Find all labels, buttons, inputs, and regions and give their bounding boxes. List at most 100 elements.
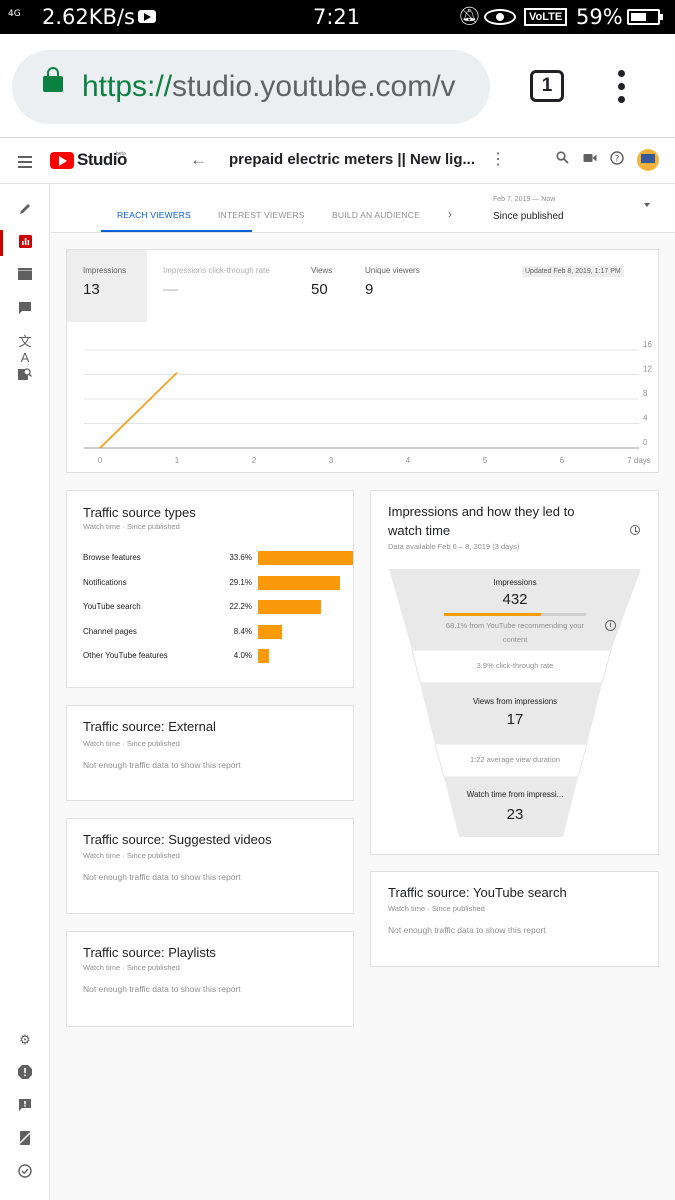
metric-value: — [163, 281, 178, 298]
more-options-icon[interactable]: ⋮ [490, 149, 506, 169]
y-tick-label: 8 [643, 389, 648, 398]
feedback-icon[interactable] [17, 1098, 33, 1114]
impressions-series-line [99, 372, 178, 449]
alert-icon[interactable] [17, 1065, 33, 1081]
traffic-type-bar [258, 551, 353, 565]
traffic-type-label: Browse features [83, 553, 141, 562]
traffic-type-label: Channel pages [83, 626, 137, 636]
studio-header: Studio beta ← prepaid electric meters ||… [0, 139, 675, 184]
address-bar[interactable]: https://studio.youtube.com/v [12, 50, 490, 124]
battery-icon [627, 9, 663, 25]
watch-time-value: 23 [506, 806, 524, 823]
account-avatar[interactable] [637, 149, 659, 171]
avd-text: 1:22 average view duration [469, 755, 561, 764]
lock-icon [43, 67, 63, 92]
metric-unique-viewers[interactable]: Unique viewers 9 [349, 250, 449, 322]
clock: 7:21 [313, 5, 361, 29]
help-icon[interactable]: ? [610, 151, 624, 168]
x-tick-label: 6 [560, 456, 565, 465]
eye-icon [484, 9, 516, 25]
editor-clapper-icon[interactable] [17, 268, 33, 284]
card-title: Traffic source: Suggested videos [83, 832, 272, 847]
date-range[interactable]: Feb 7, 2019 — Now [493, 196, 555, 203]
metric-views[interactable]: Views 50 [295, 250, 355, 322]
ctr-text: 3.9% click-through rate [476, 661, 554, 670]
traffic-type-percent: 29.1% [229, 577, 252, 587]
comments-icon[interactable] [17, 301, 33, 317]
traffic-source-types-card: Traffic source types Watch time · Since … [66, 490, 354, 688]
traffic-type-percent: 22.2% [229, 602, 252, 612]
back-arrow-icon[interactable]: ← [190, 150, 207, 170]
settings-gear-icon[interactable]: ⚙ [17, 1032, 33, 1048]
metric-ctr[interactable]: Impressions click-through rate — [147, 250, 297, 322]
traffic-type-percent: 33.6% [229, 553, 252, 562]
check-circle-icon[interactable] [17, 1164, 33, 1180]
x-tick-label: 3 [329, 456, 334, 465]
overview-card: Impressions 13 Impressions click-through… [66, 249, 659, 473]
tab-build-an-audience[interactable]: BUILD AN AUDIENCE [332, 210, 420, 220]
traffic-type-label: Other YouTube features [83, 651, 168, 661]
y-tick-label: 4 [643, 414, 648, 423]
traffic-youtube-search-card: Traffic source: YouTube search Watch tim… [370, 871, 659, 967]
traffic-type-bar [258, 600, 321, 615]
svg-text:?: ? [615, 155, 620, 165]
metric-value: 13 [83, 281, 100, 298]
youtube-logo-icon[interactable] [50, 152, 74, 169]
y-tick-label: 12 [643, 365, 652, 374]
metric-label: Impressions [83, 266, 127, 275]
volte-badge: VoLTE [524, 8, 568, 26]
browser-toolbar: https://studio.youtube.com/v 1 [0, 34, 675, 138]
dropdown-caret-icon[interactable] [644, 203, 650, 207]
card-title: Traffic source: Playlists [83, 945, 216, 960]
updated-timestamp: Updated Feb 8, 2019, 1:17 PM [522, 266, 624, 277]
create-video-icon[interactable] [583, 151, 597, 167]
x-tick-label: 0 [98, 456, 103, 465]
metric-impressions[interactable]: Impressions 13 [67, 250, 147, 322]
tab-switcher-button[interactable]: 1 [530, 70, 564, 102]
recommendation-text-line2: content [502, 635, 528, 644]
empty-message: Not enough traffic data to show this rep… [388, 925, 546, 935]
y-tick-label: 0 [643, 438, 648, 447]
card-subtitle: Watch time · Since published [83, 963, 180, 972]
edit-pencil-icon[interactable] [17, 202, 33, 218]
card-title: Traffic source: External [83, 719, 216, 734]
traffic-type-bar [258, 575, 341, 590]
y-tick-label: 16 [643, 340, 652, 349]
analytics-icon[interactable] [17, 235, 33, 251]
status-bar: 4G 2.62KB/s 7:21 🔕︎ VoLTE 59% [0, 0, 675, 34]
x-tick-label: 2 [252, 456, 257, 465]
active-nav-indicator [0, 230, 3, 256]
metric-label: Impressions click-through rate [163, 266, 270, 275]
info-icon[interactable]: i [605, 620, 616, 631]
search-icon[interactable] [556, 151, 569, 167]
network-speed: 2.62KB/s [42, 5, 135, 29]
active-tab-underline [101, 230, 252, 232]
url-text: https://studio.youtube.com/v [82, 70, 456, 103]
copyright-search-icon[interactable] [17, 367, 33, 383]
browser-menu-icon[interactable] [618, 70, 626, 109]
empty-message: Not enough traffic data to show this rep… [83, 760, 241, 770]
chevron-right-icon[interactable]: › [448, 207, 452, 221]
tab-reach-viewers[interactable]: REACH VIEWERS [117, 210, 191, 220]
date-range-label[interactable]: Since published [493, 211, 564, 222]
card-title: Traffic source: YouTube search [388, 885, 567, 900]
creator-studio-classic-icon[interactable] [17, 1131, 33, 1147]
traffic-type-row: YouTube search 22.2% [83, 600, 353, 615]
metric-value: 9 [365, 281, 374, 298]
views-value: 17 [506, 711, 524, 728]
x-tick-label: 7 days [627, 456, 651, 465]
x-tick-label: 4 [406, 456, 411, 465]
tab-interest-viewers[interactable]: INTEREST VIEWERS [218, 210, 305, 220]
traffic-type-row: Other YouTube features 4.0% [83, 649, 353, 664]
card-subtitle: Watch time · Since published [388, 904, 485, 913]
traffic-type-bar [258, 649, 270, 664]
translate-icon[interactable]: 文A [17, 334, 33, 365]
watch-time-label: Watch time from impressi... [466, 790, 564, 799]
traffic-type-row: Browse features 33.6% [83, 551, 353, 565]
card-title: Traffic source types [83, 505, 196, 520]
menu-icon[interactable] [18, 156, 32, 171]
funnel-shape [389, 569, 641, 837]
card-subtitle: Watch time · Since published [83, 739, 180, 748]
analytics-tabs: REACH VIEWERS INTEREST VIEWERS BUILD AN … [51, 184, 675, 233]
x-tick-label: 5 [483, 456, 488, 465]
